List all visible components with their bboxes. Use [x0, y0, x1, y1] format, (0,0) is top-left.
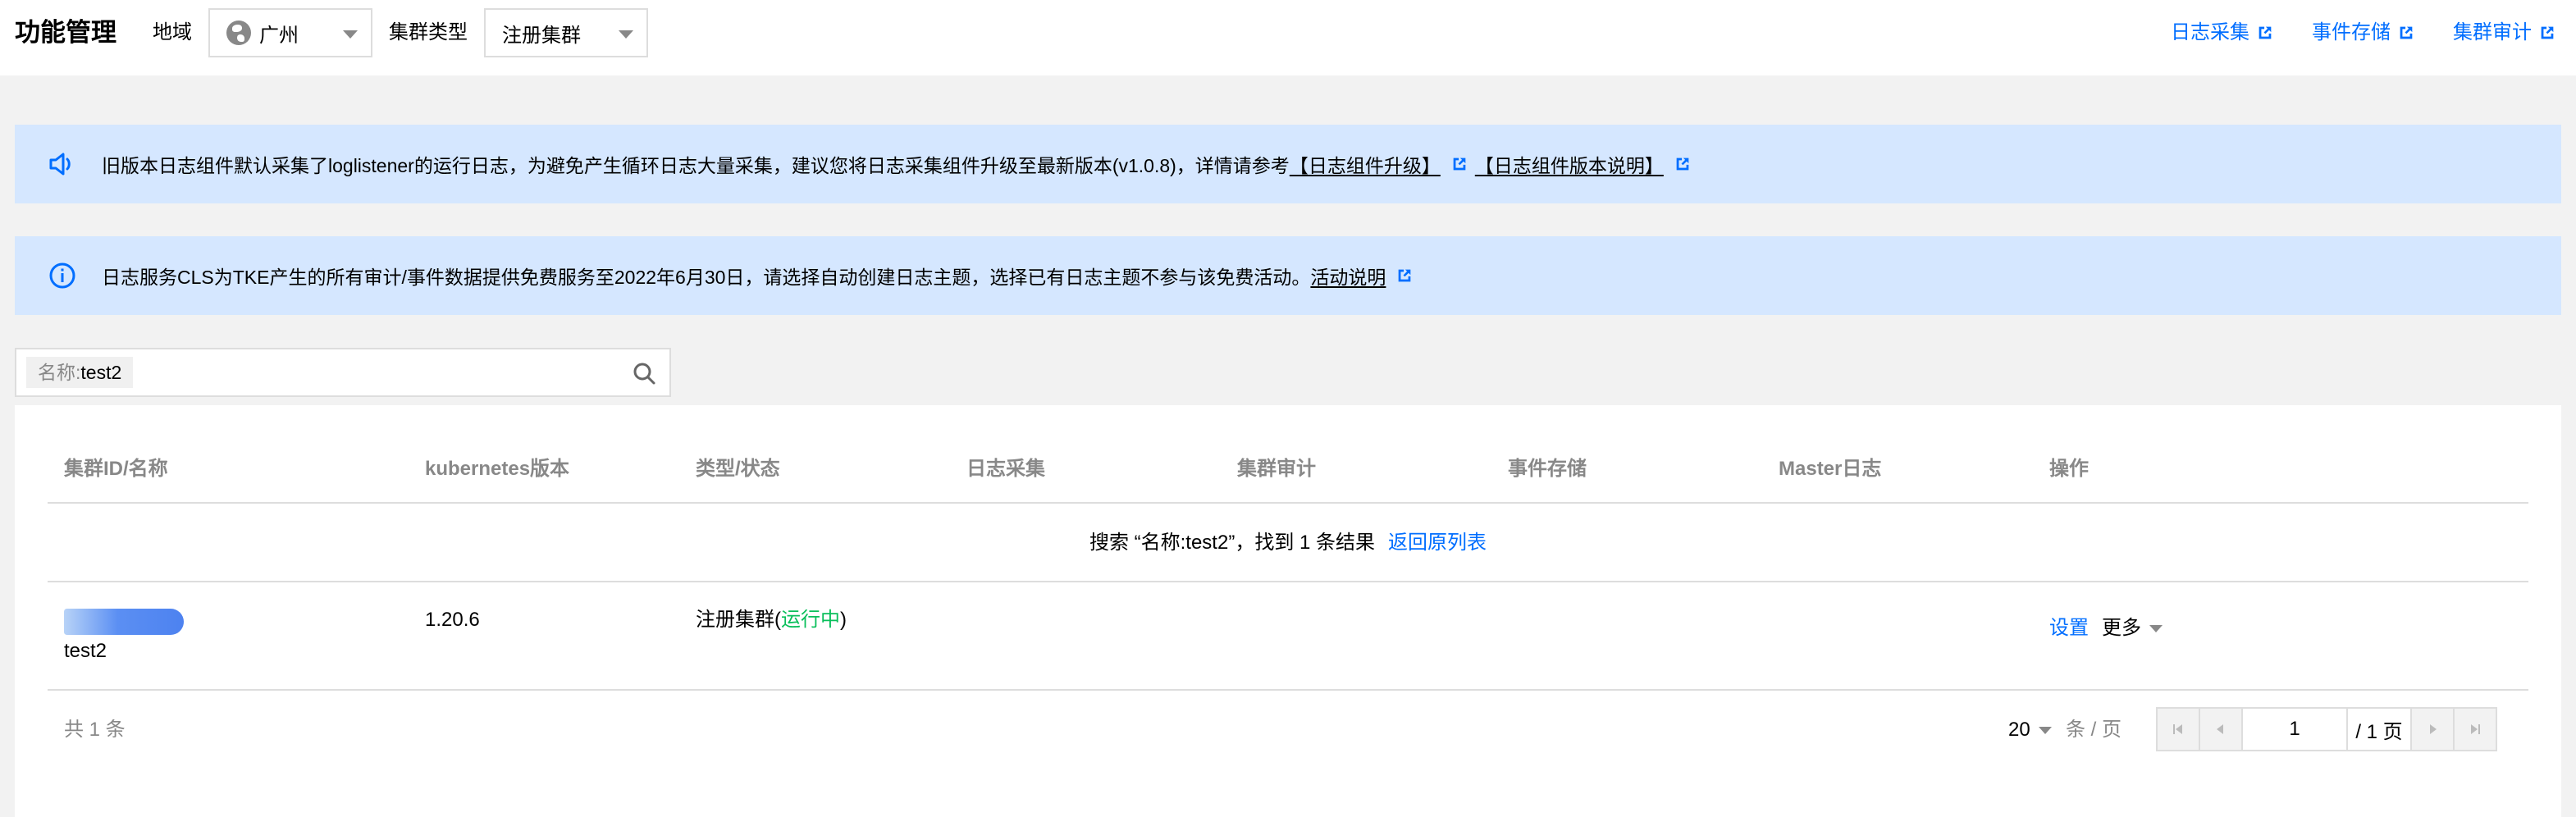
first-page-icon	[2173, 724, 2182, 734]
status-running: 运行中	[781, 609, 840, 631]
region-label: 地域	[153, 21, 192, 43]
row-actions: 设置 更多	[2049, 615, 2163, 641]
cluster-table: 集群ID/名称 kubernetes版本 类型/状态 日志采集 集群审计 事件存…	[15, 405, 2561, 817]
speaker-icon	[49, 153, 71, 176]
search-result-text: 搜索 “名称:test2”，找到 1 条结果	[1089, 532, 1376, 554]
event-storage-link-label: 事件存储	[2312, 21, 2391, 43]
more-dropdown[interactable]: 更多	[2102, 615, 2163, 641]
pagination: / 1 页	[2156, 707, 2497, 751]
search-filter-key: 名称:	[38, 362, 81, 383]
cluster-type-select-value: 注册集群	[502, 24, 581, 47]
page-size-select[interactable]: 20	[2008, 717, 2052, 743]
search-icon[interactable]	[632, 361, 656, 386]
first-page-button[interactable]	[2158, 709, 2200, 750]
cluster-name: test2	[64, 640, 107, 662]
cluster-type-select[interactable]: 注册集群	[484, 8, 648, 57]
activity-description-link[interactable]: 活动说明	[1310, 262, 1386, 290]
cluster-type-close: )	[840, 609, 847, 631]
row-divider	[48, 689, 2528, 691]
page-size-value: 20	[2008, 719, 2030, 741]
row-divider	[48, 581, 2528, 582]
header-divider	[48, 502, 2528, 504]
region-select[interactable]: 广州	[208, 8, 372, 57]
free-service-banner: 日志服务CLS为TKE产生的所有审计/事件数据提供免费服务至2022年6月30日…	[15, 236, 2561, 315]
column-header-event-storage: 事件存储	[1508, 458, 1587, 480]
cluster-audit-link[interactable]: 集群审计	[2453, 18, 2556, 48]
external-link-icon	[1453, 157, 1466, 171]
search-result-message: 搜索 “名称:test2”，找到 1 条结果 返回原列表	[15, 530, 2561, 556]
column-header-cluster-id: 集群ID/名称	[64, 458, 168, 480]
column-header-log-collection: 日志采集	[966, 458, 1045, 480]
column-header-cluster-audit: 集群审计	[1237, 458, 1316, 480]
chevron-right-icon	[2430, 724, 2437, 734]
log-component-version-link[interactable]: 【日志组件版本说明】	[1475, 150, 1664, 178]
column-header-actions: 操作	[2049, 458, 2089, 480]
log-collection-link-label: 日志采集	[2171, 21, 2249, 43]
chevron-down-icon	[2038, 726, 2052, 734]
column-header-k8s-version: kubernetes版本	[425, 458, 570, 480]
log-component-upgrade-link[interactable]: 【日志组件升级】	[1290, 150, 1441, 178]
free-service-text: 日志服务CLS为TKE产生的所有审计/事件数据提供免费服务至2022年6月30日…	[102, 267, 1311, 288]
cluster-audit-link-label: 集群审计	[2453, 21, 2532, 43]
last-page-button[interactable]	[2453, 709, 2496, 750]
page-title: 功能管理	[15, 18, 116, 47]
log-collection-link[interactable]: 日志采集	[2171, 18, 2274, 48]
back-to-list-link[interactable]: 返回原列表	[1388, 532, 1487, 554]
chevron-down-icon	[343, 30, 358, 39]
chevron-down-icon	[2149, 624, 2163, 632]
column-header-master-log: Master日志	[1779, 458, 1882, 480]
external-link-icon	[2541, 26, 2554, 39]
region-select-value: 广州	[259, 24, 299, 47]
chevron-down-icon	[619, 30, 633, 39]
external-link-icon	[1676, 157, 1689, 171]
page-header: 功能管理 地域 广州 集群类型 注册集群 日志采集 事件存储 集群审计	[0, 0, 2576, 75]
external-link-icon	[2400, 26, 2413, 39]
cluster-type-label: 集群类型	[389, 21, 468, 43]
redacted-cluster-id[interactable]	[64, 609, 184, 635]
globe-icon	[226, 21, 251, 45]
page-number-input[interactable]	[2243, 709, 2348, 750]
page-size-unit: 条 / 页	[2066, 719, 2122, 741]
cluster-type: 注册集群(	[696, 609, 781, 631]
event-storage-link[interactable]: 事件存储	[2312, 18, 2415, 48]
search-input[interactable]: 名称:test2	[15, 348, 671, 397]
upgrade-notice-banner: 旧版本日志组件默认采集了loglistener的运行日志，为避免产生循环日志大量…	[15, 125, 2561, 203]
next-page-button[interactable]	[2410, 709, 2453, 750]
search-filter-value: test2	[80, 362, 122, 383]
external-link-icon	[1399, 269, 1411, 282]
last-page-icon	[2471, 724, 2480, 734]
external-link-icon	[2259, 26, 2272, 39]
info-icon	[49, 262, 75, 289]
prev-page-button[interactable]	[2200, 709, 2243, 750]
column-header-type-status: 类型/状态	[696, 458, 780, 480]
settings-link[interactable]: 设置	[2049, 615, 2089, 641]
more-dropdown-label: 更多	[2102, 617, 2141, 639]
search-filter-tag[interactable]: 名称:test2	[26, 357, 134, 388]
total-count: 共 1 条	[64, 719, 126, 741]
upgrade-notice-text: 旧版本日志组件默认采集了loglistener的运行日志，为避免产生循环日志大量…	[102, 155, 1290, 176]
chevron-left-icon	[2217, 724, 2223, 734]
cluster-type-status: 注册集群(运行中)	[696, 607, 847, 633]
total-pages: / 1 页	[2355, 720, 2403, 743]
k8s-version: 1.20.6	[425, 609, 480, 631]
